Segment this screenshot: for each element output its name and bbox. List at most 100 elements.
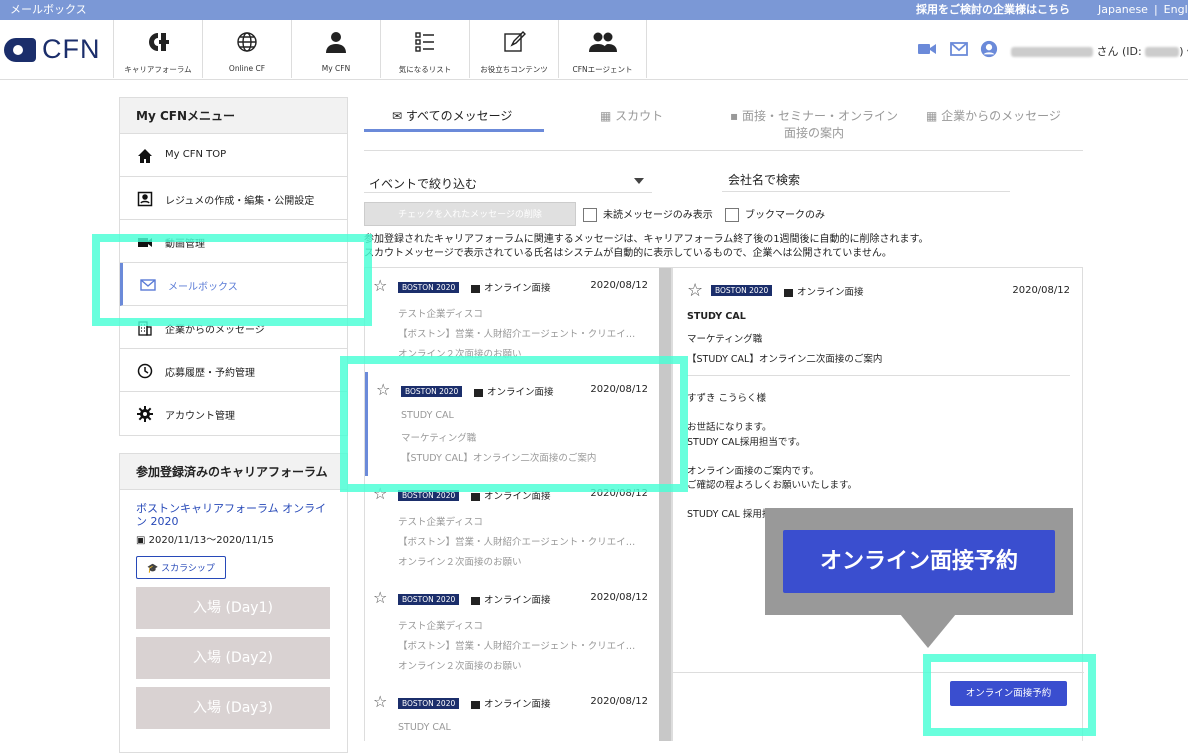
header: CFN キャリアフォーラム Online CF My CFN 気になるリスト お… <box>0 20 1188 80</box>
account-icon[interactable] <box>979 40 999 58</box>
tab-sub-label: 面接の案内 <box>783 126 844 140</box>
checkbox-box <box>725 208 739 222</box>
cf-logo-icon <box>148 33 169 51</box>
nav-label: My CFN <box>321 64 351 73</box>
message-type-text: オンライン面接 <box>484 699 551 710</box>
chat-icon: ▪ <box>730 109 739 123</box>
scrollbar[interactable] <box>659 268 671 741</box>
mail-icon: ✉ <box>392 109 403 123</box>
event-tag: BOSTON 2020 <box>711 285 773 296</box>
user-menu[interactable]: さん (ID: ) ▼ <box>1011 43 1188 59</box>
edit-icon <box>504 31 526 52</box>
user-close: ) <box>1179 45 1184 58</box>
message-date: 2020/08/12 <box>590 696 648 707</box>
message-type: オンライン面接 <box>471 280 551 294</box>
corporate-link[interactable]: 採用をご検討の企業様はこちら <box>916 0 1070 20</box>
message-type-text: オンライン面接 <box>797 287 864 298</box>
message-company: テスト企業ディスコ <box>398 309 483 320</box>
message-date: 2020/08/12 <box>590 592 648 603</box>
message-list: ☆ BOSTON 2020 オンライン面接 2020/08/12 テスト企業ディ… <box>364 267 672 741</box>
nav-label: Online CF <box>228 64 266 73</box>
building-icon: ▦ <box>600 109 612 123</box>
lang-japanese[interactable]: Japanese <box>1098 3 1148 16</box>
tab-interview-seminar[interactable]: ▪ 面接・セミナー・オンライン 面接の案内 <box>728 107 900 141</box>
forum-dates: ▣ 2020/11/13〜2020/11/15 <box>136 531 331 546</box>
callout-tail <box>900 614 956 648</box>
user-suffix: さん (ID: <box>1096 45 1142 58</box>
registered-forums: 参加登録済みのキャリアフォーラム ボストンキャリアフォーラム オンライン 202… <box>119 453 348 753</box>
delete-checked-button[interactable]: チェックを入れたメッセージの削除 <box>364 202 576 226</box>
gear-icon <box>137 406 153 422</box>
entry-day1-button[interactable]: 入場 (Day1) <box>136 587 330 629</box>
tab-all-messages[interactable]: ✉ すべてのメッセージ <box>392 107 512 124</box>
event-filter-value: イベントで絞り込む <box>369 177 478 191</box>
history-icon <box>137 363 153 379</box>
main-nav: キャリアフォーラム Online CF My CFN 気になるリスト お役立ちコ… <box>113 20 647 78</box>
nav-label: キャリアフォーラム <box>124 65 192 74</box>
lang-separator: | <box>1153 3 1158 16</box>
list-icon <box>415 32 434 52</box>
entry-day3-button[interactable]: 入場 (Day3) <box>136 687 330 729</box>
entry-day2-button[interactable]: 入場 (Day2) <box>136 637 330 679</box>
active-tab-indicator <box>364 129 544 132</box>
star-icon[interactable]: ☆ <box>373 276 387 295</box>
event-filter-select[interactable]: イベントで絞り込む <box>364 170 652 193</box>
nav-useful-content[interactable]: お役立ちコンテンツ <box>469 20 558 78</box>
resume-icon <box>137 191 153 207</box>
chevron-down-icon <box>634 178 644 184</box>
group-icon <box>589 32 617 52</box>
star-icon[interactable]: ☆ <box>373 692 387 711</box>
sidebar-item-label: My CFN TOP <box>165 149 227 160</box>
nav-online-cf[interactable]: Online CF <box>202 20 291 78</box>
lang-english[interactable]: English <box>1164 3 1188 16</box>
video-call-icon[interactable] <box>917 40 937 58</box>
forum-link[interactable]: ボストンキャリアフォーラム オンライン 2020 <box>136 502 331 528</box>
language-switch: Japanese | English <box>1095 0 1188 20</box>
company-search-placeholder: 会社名で検索 <box>728 173 801 187</box>
unread-only-checkbox[interactable]: 未読メッセージのみ表示 <box>583 206 713 222</box>
user-name-blurred <box>1011 47 1093 57</box>
message-tabs: ✉ すべてのメッセージ ▦ スカウト ▪ 面接・セミナー・オンライン 面接の案内 … <box>364 97 1083 151</box>
tab-label: スカウト <box>615 109 664 123</box>
checkbox-box <box>583 208 597 222</box>
detail-job: マーケティング職 <box>687 334 763 345</box>
cfn-logo-text: CFN <box>42 34 101 64</box>
page-title: メールボックス <box>10 3 87 16</box>
sidebar-item-resume[interactable]: レジュメの作成・編集・公開設定 <box>120 177 347 220</box>
message-item[interactable]: ☆ BOSTON 2020 オンライン面接 2020/08/12 STUDY C… <box>365 684 660 741</box>
detail-company: STUDY CAL <box>687 311 746 322</box>
nav-my-cfn[interactable]: My CFN <box>291 20 380 78</box>
sidebar-item-account[interactable]: アカウント管理 <box>120 392 347 435</box>
callout-box: オンライン面接予約 <box>765 508 1073 615</box>
star-icon[interactable]: ☆ <box>687 280 703 301</box>
forum-dates-text: 2020/11/13〜2020/11/15 <box>148 535 274 546</box>
tab-label: すべてのメッセージ <box>405 109 513 123</box>
mail-icon[interactable] <box>949 40 969 58</box>
top-bar: メールボックス 採用をご検討の企業様はこちら Japanese | English <box>0 0 1188 20</box>
checkbox-label: ブックマークのみ <box>745 210 825 221</box>
forum-section-title: 参加登録済みのキャリアフォーラム <box>120 454 347 490</box>
nav-cfn-agent[interactable]: CFNエージェント <box>558 20 647 78</box>
tab-company-messages[interactable]: ▦ 企業からのメッセージ <box>926 107 1061 124</box>
company-search-input[interactable]: 会社名で検索 <box>722 168 1010 192</box>
nav-career-forum[interactable]: キャリアフォーラム <box>113 20 202 78</box>
notice-text: 参加登録されたキャリアフォーラムに関連するメッセージは、キャリアフォーラム終了後… <box>364 233 929 261</box>
message-subject: オンライン２次面接のお願い <box>398 661 522 672</box>
tab-scout[interactable]: ▦ スカウト <box>600 107 663 124</box>
message-job: 【ボストン】営業・人財紹介エージェント・クリエイ… <box>398 329 636 340</box>
nav-watch-list[interactable]: 気になるリスト <box>380 20 469 78</box>
sidebar-item-history[interactable]: 応募履歴・予約管理 <box>120 349 347 392</box>
notice-line: スカウトメッセージで表示されている氏名はシステムが自動的に表示しているもので、企… <box>364 248 892 259</box>
highlight-selected-message <box>340 356 688 492</box>
message-company: テスト企業ディスコ <box>398 621 483 632</box>
scholarship-button[interactable]: 🎓 スカラシップ <box>136 556 226 579</box>
event-tag: BOSTON 2020 <box>398 282 460 293</box>
event-tag: BOSTON 2020 <box>398 698 460 709</box>
message-job: 【ボストン】営業・人財紹介エージェント・クリエイ… <box>398 537 636 548</box>
star-icon[interactable]: ☆ <box>373 588 387 607</box>
sidebar-item-top[interactable]: My CFN TOP <box>120 134 347 177</box>
cfn-logo[interactable]: CFN <box>4 34 104 68</box>
message-item[interactable]: ☆ BOSTON 2020 オンライン面接 2020/08/12 テスト企業ディ… <box>365 580 660 684</box>
message-type-text: オンライン面接 <box>484 491 551 502</box>
bookmark-only-checkbox[interactable]: ブックマークのみ <box>725 206 825 222</box>
